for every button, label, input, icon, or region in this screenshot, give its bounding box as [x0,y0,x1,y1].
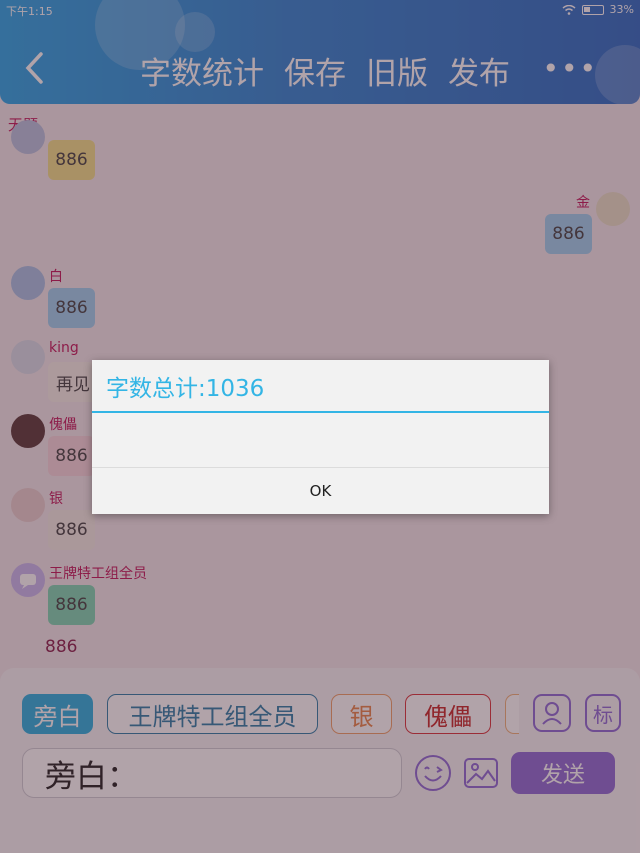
dialog-body [92,413,549,468]
ok-button[interactable]: OK [92,468,549,514]
word-count-dialog: 字数总计:1036 OK [92,360,549,514]
dialog-title: 字数总计:1036 [92,360,549,413]
